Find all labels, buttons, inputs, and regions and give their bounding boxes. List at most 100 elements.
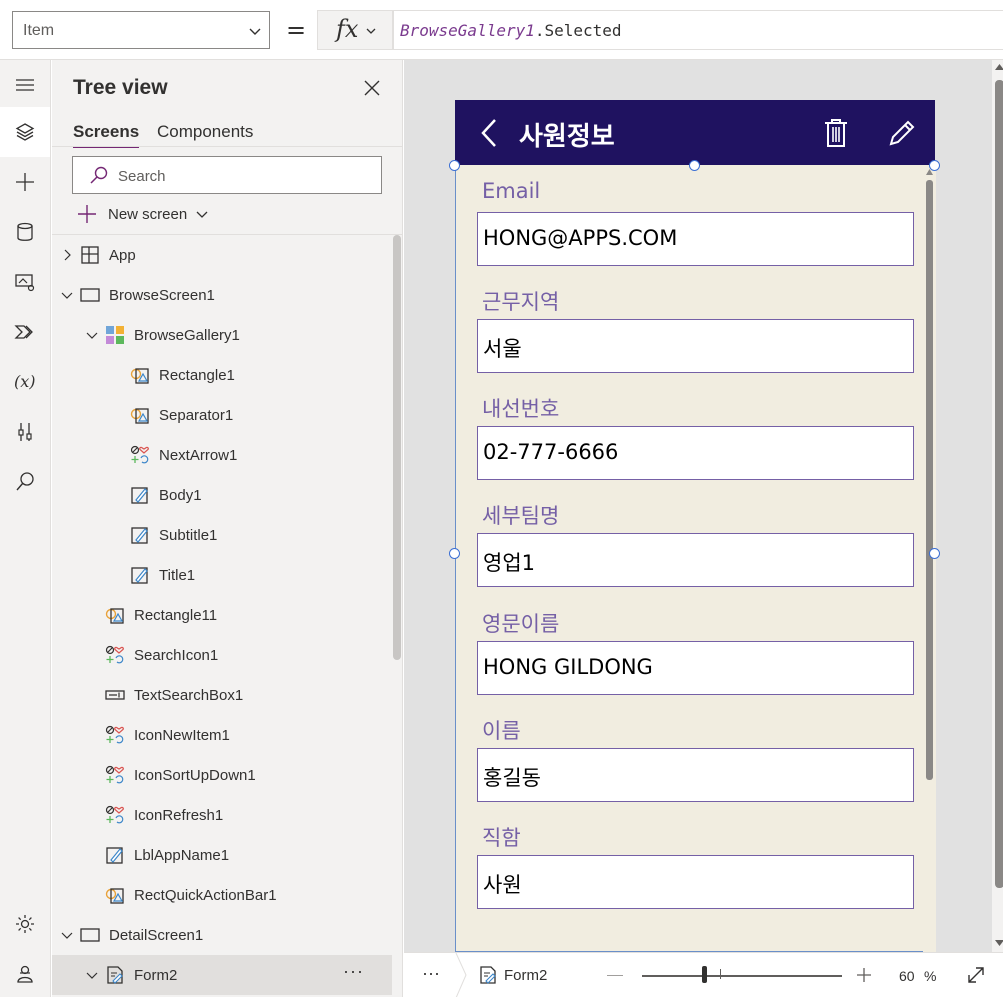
resize-handle[interactable] <box>449 548 460 559</box>
tools-button[interactable] <box>0 407 50 457</box>
tree-item-textsearchbox1[interactable]: TextSearchBox1 <box>52 675 392 715</box>
scroll-down-icon[interactable] <box>995 938 1003 948</box>
tab-screens[interactable]: Screens <box>73 122 140 148</box>
resize-handle[interactable] <box>929 160 940 171</box>
design-canvas: 사원정보 Email HONG@APPS.COM 근무지역 서울 내선번호 02… <box>404 60 1003 952</box>
breadcrumb-separator-icon <box>455 953 467 997</box>
edit-icon[interactable] <box>887 118 917 148</box>
left-rail: (x) <box>0 60 51 997</box>
svg-text:(x): (x) <box>14 372 36 391</box>
icons-icon <box>105 765 124 784</box>
tree-item-lblappname1[interactable]: LblAppName1 <box>52 835 392 875</box>
variables-button[interactable]: (x) <box>0 357 50 407</box>
zoom-slider[interactable] <box>642 975 842 977</box>
property-dropdown[interactable]: Item <box>12 11 270 49</box>
field-input-job-title[interactable]: 사원 <box>477 855 914 909</box>
label-icon <box>131 567 148 584</box>
chevron-down-icon[interactable] <box>85 968 99 982</box>
field-input-name[interactable]: 홍길동 <box>477 748 914 802</box>
field-input-work-region[interactable]: 서울 <box>477 319 914 373</box>
equals-sign: = <box>286 16 307 44</box>
hamburger-button[interactable] <box>0 60 50 110</box>
tree-item-app[interactable]: App <box>52 235 392 275</box>
scroll-up-icon[interactable] <box>995 62 1003 72</box>
chevron-right-icon[interactable] <box>60 248 74 262</box>
tree-item-body1[interactable]: Body1 <box>52 475 392 515</box>
tree-item-iconrefresh1[interactable]: IconRefresh1 <box>52 795 392 835</box>
field-value: 서울 <box>483 337 522 361</box>
more-button[interactable]: ··· <box>422 963 440 984</box>
textinput-icon <box>105 690 125 700</box>
close-icon[interactable] <box>362 78 382 98</box>
new-screen-button[interactable]: New screen <box>76 203 209 225</box>
chevron-down-icon[interactable] <box>85 328 99 342</box>
power-automate-button[interactable] <box>0 307 50 357</box>
new-screen-label: New screen <box>108 205 188 223</box>
trash-icon[interactable] <box>823 118 849 148</box>
tree-item-nextarrow1[interactable]: NextArrow1 <box>52 435 392 475</box>
field-input-email[interactable]: HONG@APPS.COM <box>477 212 914 266</box>
chevron-down-icon[interactable] <box>60 288 74 302</box>
tree-item-rectquickactionbar1[interactable]: RectQuickActionBar1 <box>52 875 392 915</box>
search-button[interactable] <box>0 457 50 507</box>
form-scrollbar-thumb[interactable] <box>926 180 933 780</box>
account-icon <box>17 965 33 983</box>
canvas-scrollbar[interactable] <box>992 60 1003 952</box>
field-value: HONG GILDONG <box>483 655 653 679</box>
tree-scrollbar[interactable] <box>392 235 403 997</box>
zoom-in-icon[interactable] <box>856 967 872 983</box>
app-icon <box>81 246 99 264</box>
tree-item-separator1[interactable]: Separator1 <box>52 395 392 435</box>
tree-item-label: Title1 <box>159 567 196 584</box>
media-button[interactable] <box>0 257 50 307</box>
tree-item-label: NextArrow1 <box>159 447 238 464</box>
database-icon <box>17 222 33 241</box>
tree-item-browsegallery1[interactable]: BrowseGallery1 <box>52 315 392 355</box>
tree-item-rectangle1[interactable]: Rectangle1 <box>52 355 392 395</box>
resize-handle[interactable] <box>929 548 940 559</box>
tree-item-browsescreen1[interactable]: BrowseScreen1 <box>52 275 392 315</box>
field-input-team[interactable]: 영업1 <box>477 533 914 587</box>
tree-item-detailscreen1[interactable]: DetailScreen1 <box>52 915 392 955</box>
field-input-extension[interactable]: 02-777-6666 <box>477 426 914 480</box>
resize-handle[interactable] <box>689 160 700 171</box>
zoom-out-button[interactable] <box>607 975 623 976</box>
tree-item-searchicon1[interactable]: SearchIcon1 <box>52 635 392 675</box>
back-arrow-icon[interactable] <box>477 117 501 149</box>
plus-icon <box>16 173 34 191</box>
selected-control-breadcrumb[interactable]: Form2 <box>504 967 547 984</box>
tree-item-title1[interactable]: Title1 <box>52 555 392 595</box>
tree-item-iconnewitem1[interactable]: IconNewItem1 <box>52 715 392 755</box>
more-options-button[interactable]: ··· <box>343 961 364 982</box>
tree-item-label: IconNewItem1 <box>134 727 230 744</box>
icons-icon <box>130 445 149 464</box>
insert-button[interactable] <box>0 157 50 207</box>
tree-item-label: LblAppName1 <box>134 847 230 864</box>
account-button[interactable] <box>0 949 50 997</box>
fx-button[interactable]: fx <box>317 10 393 50</box>
field-label-work-region: 근무지역 <box>482 290 560 314</box>
zoom-slider-thumb[interactable] <box>702 966 707 983</box>
fit-to-window-icon[interactable] <box>966 965 986 985</box>
tree-item-form2[interactable]: Form2 ··· <box>52 955 392 995</box>
formula-input[interactable]: BrowseGallery1.Selected <box>393 10 1003 50</box>
tree-view-button[interactable] <box>0 107 50 157</box>
tree-item-label: BrowseGallery1 <box>134 327 240 344</box>
shape-icon <box>105 608 124 624</box>
icons-icon <box>105 805 124 824</box>
chevron-down-icon[interactable] <box>60 928 74 942</box>
edit-form[interactable]: Email HONG@APPS.COM 근무지역 서울 내선번호 02-777-… <box>455 165 936 952</box>
field-input-english-name[interactable]: HONG GILDONG <box>477 641 914 695</box>
tree-search-input[interactable]: Search <box>72 156 382 194</box>
tree-item-subtitle1[interactable]: Subtitle1 <box>52 515 392 555</box>
layers-icon <box>15 123 35 141</box>
tree-item-rectangle11[interactable]: Rectangle11 <box>52 595 392 635</box>
canvas-scrollbar-thumb[interactable] <box>995 80 1003 888</box>
tab-components[interactable]: Components <box>157 122 253 142</box>
tree-scrollbar-thumb[interactable] <box>393 235 401 660</box>
tree-item-iconsortupdown1[interactable]: IconSortUpDown1 <box>52 755 392 795</box>
settings-button[interactable] <box>0 899 50 949</box>
resize-handle[interactable] <box>449 160 460 171</box>
data-button[interactable] <box>0 207 50 257</box>
field-label-name: 이름 <box>482 719 521 743</box>
